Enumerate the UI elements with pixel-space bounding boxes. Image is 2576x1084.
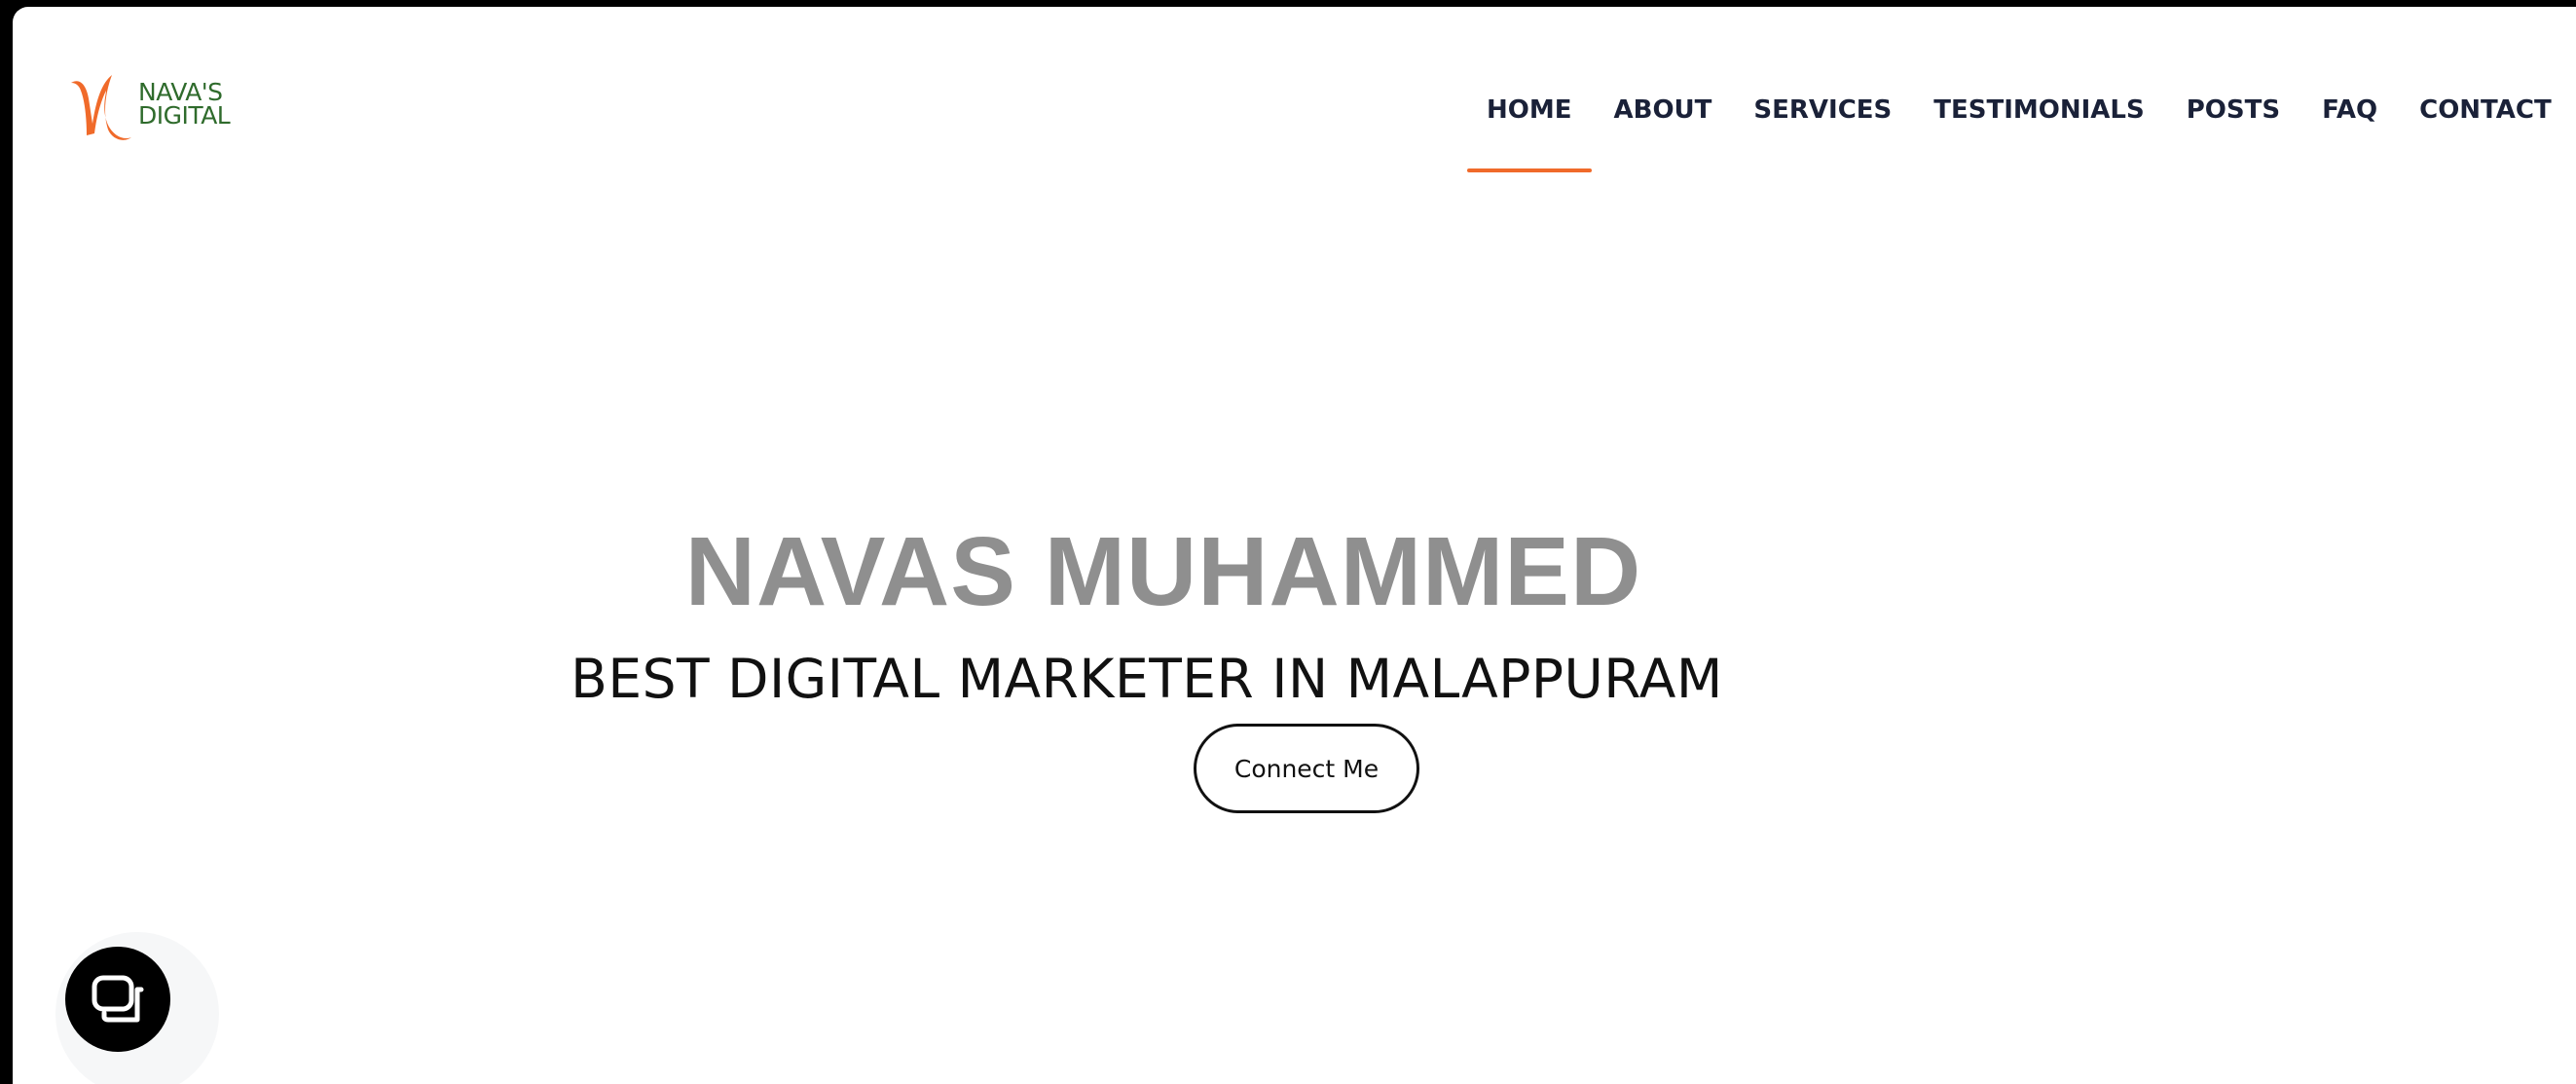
- nav-item-contact[interactable]: CONTACT: [2419, 91, 2552, 130]
- nav-item-testimonials[interactable]: TESTIMONIALS: [1933, 91, 2144, 130]
- logo-line-2: DIGITAL: [138, 101, 231, 130]
- chat-bubble-icon: [92, 975, 144, 1023]
- logo-wordmark: NAVA'S DIGITAL: [138, 80, 231, 130]
- hero-subtitle: BEST DIGITAL MARKETER IN MALAPPURAM: [13, 645, 2576, 713]
- logo-mark-icon: [71, 75, 131, 140]
- nav-item-home[interactable]: HOME: [1467, 91, 1591, 172]
- connect-me-button[interactable]: Connect Me: [1194, 724, 1419, 813]
- nav-item-posts[interactable]: POSTS: [2187, 91, 2280, 130]
- chat-widget-button[interactable]: [65, 947, 170, 1052]
- hero-title-text: NAVAS MUHAMMED: [684, 517, 1642, 626]
- hero-title: NAVAS MUHAMMED: [13, 513, 2576, 630]
- nav-item-about[interactable]: ABOUT: [1614, 91, 1712, 130]
- nav-item-services[interactable]: SERVICES: [1753, 91, 1892, 130]
- main-nav: HOME ABOUT SERVICES TESTIMONIALS POSTS F…: [1467, 91, 2552, 172]
- brand-logo[interactable]: NAVA'S DIGITAL: [67, 69, 252, 147]
- hero-subtitle-text: BEST DIGITAL MARKETER IN MALAPPURAM: [570, 648, 1723, 710]
- nav-item-faq[interactable]: FAQ: [2322, 91, 2377, 130]
- page: NAVA'S DIGITAL HOME ABOUT SERVICES TESTI…: [13, 7, 2576, 1084]
